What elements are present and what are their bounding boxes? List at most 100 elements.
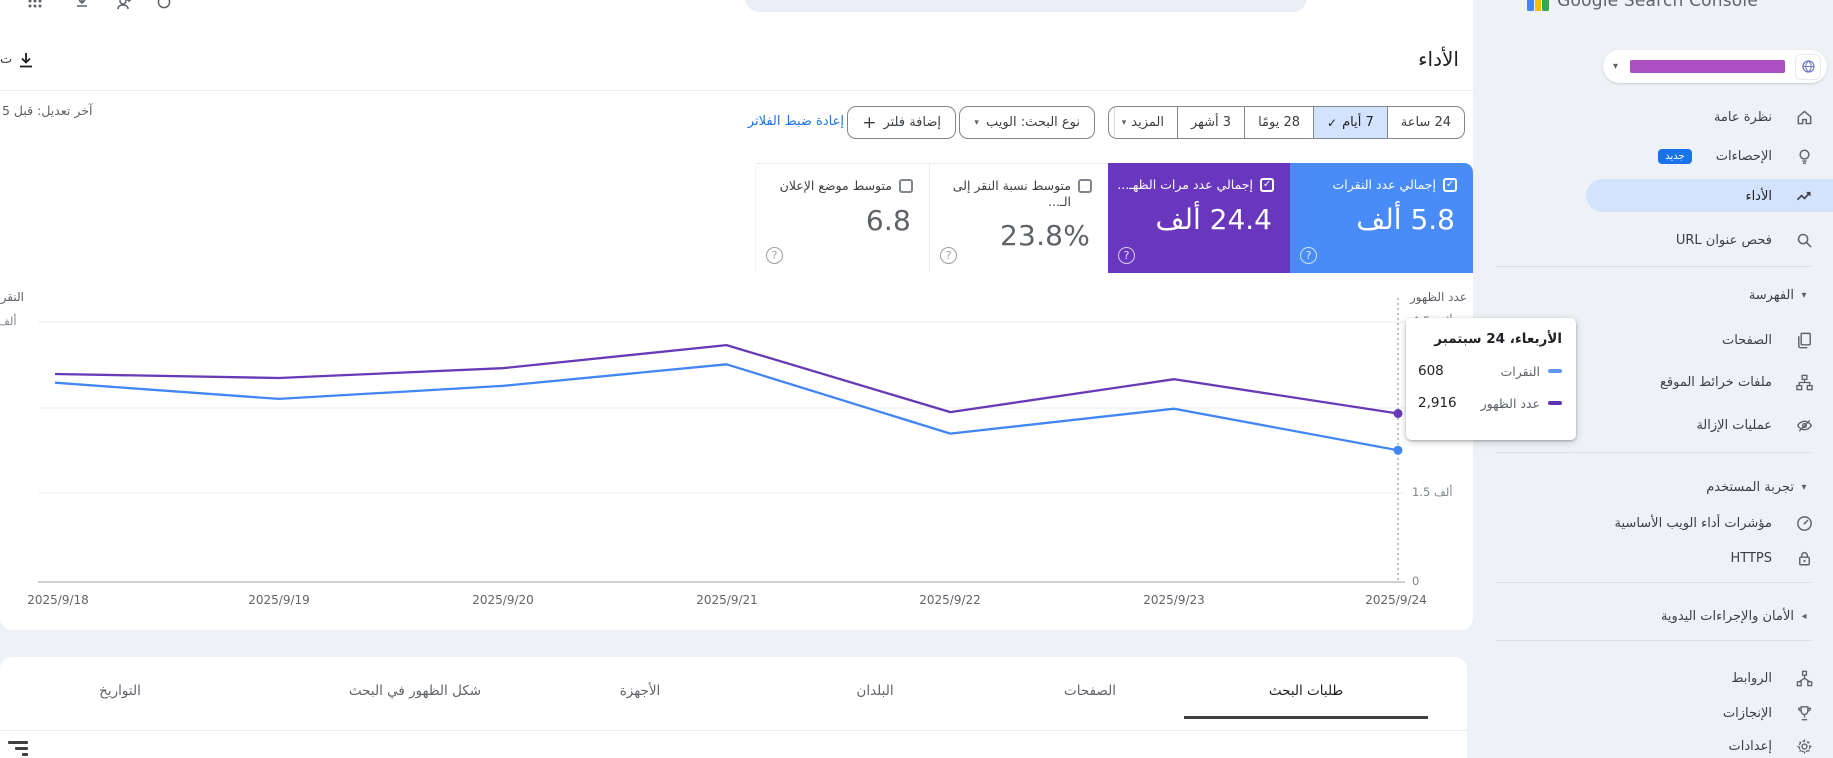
- metric-value: 6.8: [865, 203, 911, 237]
- date-range-3m[interactable]: 3 أشهر: [1176, 107, 1244, 138]
- tab-search-appearance[interactable]: شكل الظهور في البحث: [349, 683, 481, 699]
- sidebar-item-core-web-vitals[interactable]: مؤشرات أداء الويب الأساسية: [1496, 506, 1833, 540]
- tooltip-row-impressions: عدد الظهور 2,916: [1418, 395, 1562, 411]
- sidebar-item-performance[interactable]: الأداء: [1496, 179, 1833, 213]
- plus-icon: +: [862, 112, 877, 133]
- chart-line-1: [54, 343, 1399, 415]
- x-axis-label: 2025/9/18: [27, 593, 89, 607]
- sidebar-item-settings[interactable]: إعدادات: [1496, 729, 1833, 758]
- search-icon: [1794, 230, 1814, 250]
- date-range-group: 24 ساعة 7 أيام ✓ 28 يومًا 3 أشهر المزيد ▾: [1107, 106, 1465, 139]
- trend-icon: [1794, 186, 1814, 206]
- dimensions-table-card: طلبات البحث الصفحات البلدان الأجهزة شكل …: [0, 657, 1467, 758]
- chevron-down-icon: ▾: [1801, 289, 1807, 301]
- tab-countries[interactable]: البلدان: [856, 683, 893, 699]
- tooltip-row-clicks: النقرات 608: [1418, 363, 1562, 379]
- x-axis-label: 2025/9/21: [696, 593, 758, 607]
- links-icon: [1794, 668, 1814, 688]
- sitemap-icon: [1794, 372, 1814, 392]
- apps-grid-icon[interactable]: [25, 0, 43, 11]
- sidebar-divider: [1496, 640, 1811, 641]
- checkbox-empty-icon[interactable]: ✓: [1078, 179, 1092, 193]
- google-search-console-app: الأداء ت آخر تعديل: قبل 5 24 ساعة 7 أيام…: [0, 0, 1833, 758]
- tab-devices[interactable]: الأجهزة: [620, 683, 661, 699]
- x-axis-label: 2025/9/24: [1365, 593, 1427, 607]
- export-top-icon[interactable]: [72, 0, 90, 11]
- tab-pages[interactable]: الصفحات: [1064, 683, 1116, 699]
- sidebar-item-insights[interactable]: الإحصاءات جديد: [1496, 139, 1833, 173]
- globe-icon: [1795, 53, 1821, 80]
- x-axis-label: 2025/9/19: [248, 593, 310, 607]
- property-selector[interactable]: ▾: [1603, 50, 1827, 83]
- checkbox-empty-icon[interactable]: ✓: [899, 179, 913, 193]
- chevron-down-icon: ▾: [974, 117, 979, 128]
- checkbox-checked-icon[interactable]: ✓: [1260, 178, 1274, 192]
- sidebar-section-security[interactable]: ◂ الأمان والإجراءات اليدوية: [1496, 599, 1833, 633]
- help-circle-icon[interactable]: ?: [1300, 247, 1317, 264]
- sidebar-item-url-inspection[interactable]: فحص عنوان URL: [1496, 223, 1833, 257]
- metric-card-position[interactable]: ✓متوسط موضع الإعلان 6.8 ?: [755, 163, 930, 273]
- impressions-legend-dash: [1548, 401, 1562, 405]
- metric-card-impressions[interactable]: ✓ إجمالي عدد مرات الظهـ... 24.4 ألف ?: [1108, 163, 1290, 273]
- lightbulb-icon: [1794, 146, 1814, 166]
- sidebar-item-achievements[interactable]: الإنجازات: [1496, 696, 1833, 730]
- pages-icon: [1794, 330, 1814, 350]
- filter-list-icon[interactable]: [8, 741, 28, 758]
- performance-main-card: الأداء ت آخر تعديل: قبل 5 24 ساعة 7 أيام…: [0, 0, 1473, 630]
- date-range-more[interactable]: المزيد ▾: [1109, 107, 1177, 138]
- sidebar-item-overview[interactable]: نظرة عامة: [1496, 100, 1833, 134]
- sidebar-divider: [1496, 452, 1811, 453]
- gsc-logo[interactable]: Google Search Console: [1527, 0, 1758, 13]
- header-divider: [0, 90, 1473, 91]
- new-badge: جديد: [1658, 148, 1692, 164]
- chevron-down-icon: ▾: [1613, 61, 1619, 72]
- download-icon[interactable]: [16, 50, 36, 70]
- tooltip-date: الأربعاء، 24 سبتمبر: [1434, 331, 1562, 347]
- search-type-button[interactable]: نوع البحث: الويب ▾: [959, 106, 1095, 139]
- clicks-legend-dash: [1548, 369, 1562, 373]
- x-axis-label: 2025/9/23: [1143, 593, 1205, 607]
- metric-value: 5.8 ألف: [1356, 202, 1455, 236]
- export-label-cut: ت: [0, 52, 13, 67]
- date-range-24h[interactable]: 24 ساعة: [1386, 107, 1464, 138]
- help-icon[interactable]: [155, 0, 171, 11]
- help-circle-icon[interactable]: ?: [1118, 247, 1135, 264]
- chart-tooltip: الأربعاء، 24 سبتمبر النقرات 608 عدد الظه…: [1406, 318, 1576, 440]
- metric-value: 24.4 ألف: [1155, 202, 1272, 236]
- checkbox-checked-icon[interactable]: ✓: [1443, 178, 1457, 192]
- reset-filters-link[interactable]: إعادة ضبط الفلاتر: [748, 114, 844, 129]
- chart-dot-1: [1393, 409, 1403, 418]
- date-range-7d[interactable]: 7 أيام ✓: [1313, 107, 1387, 138]
- sidebar-section-indexing[interactable]: ▾ الفهرسة: [1496, 278, 1833, 312]
- add-user-icon[interactable]: [113, 0, 133, 11]
- performance-chart[interactable]: [0, 280, 1473, 620]
- property-name-redacted: [1630, 60, 1785, 73]
- sidebar-item-https[interactable]: HTTPS: [1496, 541, 1833, 575]
- x-axis-label: 2025/9/20: [472, 593, 534, 607]
- add-filter-button[interactable]: إضافة فلتر +: [847, 106, 956, 139]
- eye-off-icon: [1794, 415, 1814, 435]
- metric-card-ctr[interactable]: ✓متوسط نسبة النقر إلى الـ... 23.8% ?: [930, 163, 1108, 273]
- metric-card-clicks[interactable]: ✓ إجمالي عدد النقرات 5.8 ألف ?: [1290, 163, 1473, 273]
- metric-value: 23.8%: [1000, 219, 1090, 253]
- help-circle-icon[interactable]: ?: [940, 247, 957, 264]
- sidebar-divider: [1496, 266, 1811, 267]
- global-search-input[interactable]: [745, 0, 1307, 12]
- tab-dates[interactable]: التواريخ: [99, 683, 141, 699]
- chevron-down-icon: ▾: [1801, 481, 1807, 493]
- sidebar-section-experience[interactable]: ▾ تجربة المستخدم: [1496, 470, 1833, 504]
- sidebar-item-links[interactable]: الروابط: [1496, 661, 1833, 695]
- home-icon: [1794, 107, 1814, 127]
- sidebar-divider: [1496, 582, 1811, 583]
- x-axis-label: 2025/9/22: [919, 593, 981, 607]
- date-range-28d[interactable]: 28 يومًا: [1244, 107, 1313, 138]
- chart-dot-0: [1393, 445, 1403, 455]
- gsc-logo-icon: [1527, 0, 1550, 11]
- tabs-divider: [0, 730, 1467, 731]
- chevron-down-icon: ▾: [1121, 117, 1127, 128]
- metric-cards: ✓ إجمالي عدد النقرات 5.8 ألف ? ✓ إجمالي عد…: [755, 163, 1473, 273]
- help-circle-icon[interactable]: ?: [766, 247, 783, 264]
- gauge-icon: [1794, 513, 1814, 533]
- check-icon: ✓: [1327, 115, 1338, 130]
- tab-queries[interactable]: طلبات البحث: [1269, 683, 1343, 699]
